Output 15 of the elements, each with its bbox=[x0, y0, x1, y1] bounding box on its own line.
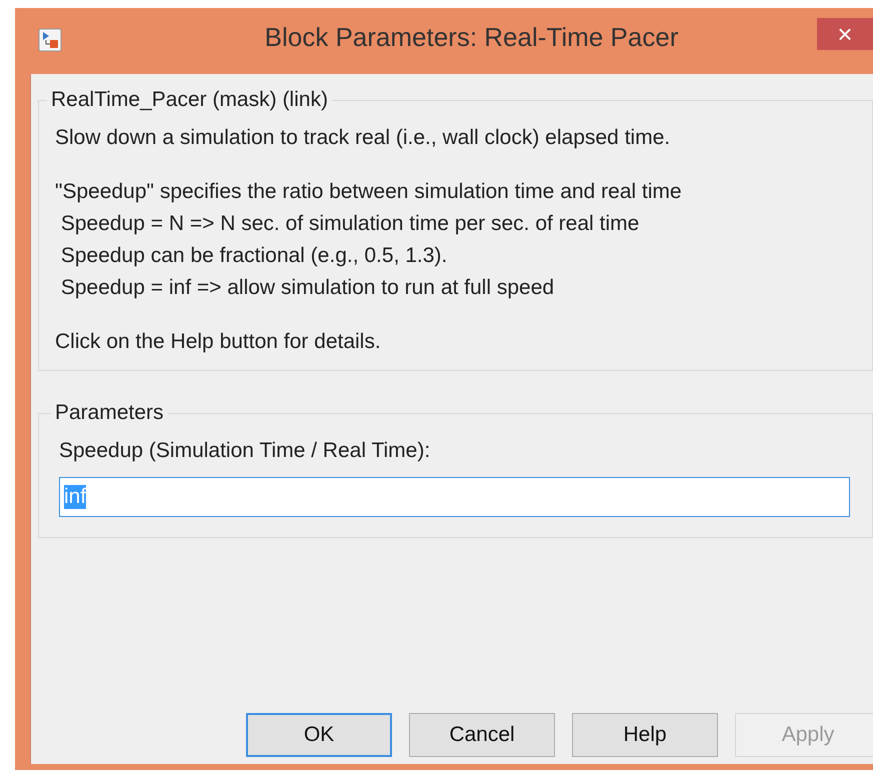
close-button[interactable]: × bbox=[817, 18, 873, 50]
group-title: Parameters bbox=[54, 401, 165, 425]
dialog-button[interactable]: Help bbox=[572, 713, 718, 757]
description-text: Speedup = inf => allow simulation to run at full speed bbox=[60, 276, 556, 300]
block-icon bbox=[38, 28, 62, 52]
description-text: Click on the Help button for details. bbox=[55, 330, 382, 354]
description-text: "Speedup" specifies the ratio between simulation time and real time bbox=[55, 180, 683, 204]
dialog-button[interactable]: OK bbox=[246, 713, 392, 757]
description-text: Slow down a simulation to track real (i.e., wall clock) elapsed time. bbox=[55, 126, 672, 150]
description-text: Speedup can be fractional (e.g., 0.5, 1.3). bbox=[60, 244, 448, 268]
window-title: Block Parameters: Real-Time Pacer bbox=[264, 22, 678, 53]
group-title: RealTime_Pacer (mask) (link) bbox=[50, 88, 329, 112]
description-text: Speedup = N => N sec. of simulation time per sec. of real time bbox=[60, 212, 640, 236]
dialog-button[interactable]: Cancel bbox=[409, 713, 555, 757]
field-label: Speedup (Simulation Time / Real Time): bbox=[59, 439, 432, 463]
